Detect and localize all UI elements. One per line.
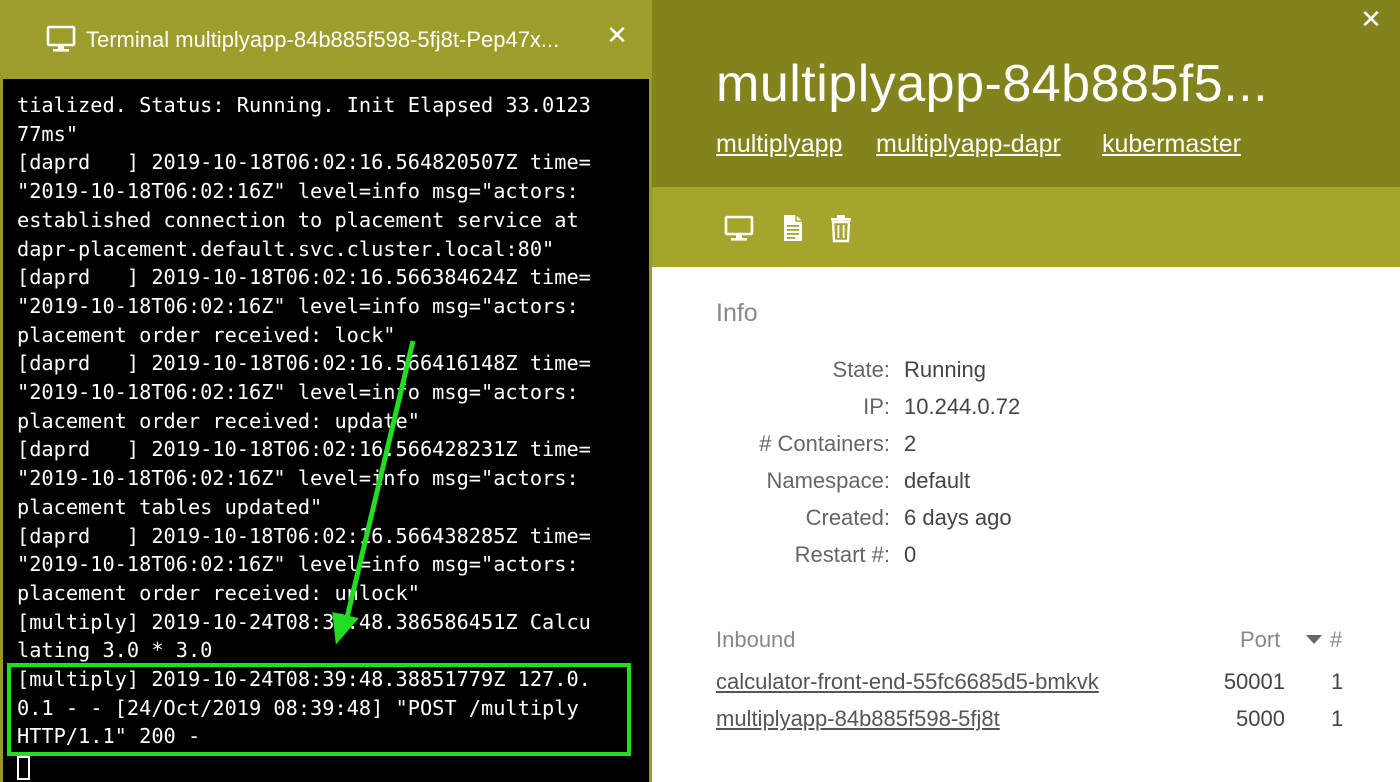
terminal-line: placement order received: lock" [17,322,396,347]
count-column-header[interactable]: # [1330,626,1342,654]
logs-document-icon[interactable] [778,213,808,243]
link-multiplyapp-dapr[interactable]: multiplyapp-dapr [876,129,1061,159]
pod-title: multiplyapp-84b885f5... [716,55,1269,113]
inbound-port: 5000 [1236,706,1285,731]
info-heading: Info [716,299,758,327]
inbound-port: 50001 [1223,669,1285,694]
namespace-label: Namespace: [766,468,890,493]
terminal-line: placement tables updated" [17,494,323,519]
terminal-line: established connection to placement serv… [17,207,579,232]
namespace-value: default [904,468,971,493]
ip-value: 10.244.0.72 [904,394,1021,419]
terminal-line: [daprd ] 2019-10-18T06:02:16.566428231Z … [17,437,591,462]
terminal-cursor [17,756,30,780]
created-value: 6 days ago [904,505,1012,530]
containers-label: # Containers: [759,431,890,456]
terminal-line: [daprd ] 2019-10-18T06:02:16.564820507Z … [17,150,591,175]
terminal-line: "2019-10-18T06:02:16Z" level=info msg="a… [17,466,579,491]
link-kubermaster[interactable]: kubermaster [1102,129,1241,159]
inbound-heading: Inbound [716,627,796,652]
terminal-line: "2019-10-18T06:02:16Z" level=info msg="a… [17,380,579,404]
sort-desc-icon[interactable] [1306,635,1322,644]
terminal-line: lating 3.0 * 3.0 [17,638,213,663]
containers-value: 2 [904,431,917,456]
ip-label: IP: [863,394,890,419]
terminal-icon[interactable] [724,213,754,243]
port-column-header[interactable]: Port [1240,626,1280,654]
terminal-line: [daprd ] 2019-10-18T06:02:16.566438285Z … [17,523,591,548]
terminal-line: [multiply] 2019-10-24T08:39:48.386586451… [17,609,591,634]
terminal-line: [daprd ] 2019-10-18T06:02:16.566384624Z … [17,265,591,290]
terminal-window: Terminal multiplyapp-84b885f598-5fj8t-Pe… [0,0,652,782]
inbound-link-multiplyapp[interactable]: multiplyapp-84b885f598-5fj8t [716,705,1000,733]
terminal-close-icon[interactable]: ✕ [604,22,630,48]
terminal-line: 77ms" [17,121,79,146]
delete-trash-icon[interactable] [826,213,856,243]
created-label: Created: [805,505,890,530]
terminal-line: "2019-10-18T06:02:16Z" level=info msg="a… [17,179,579,204]
highlight-box [7,663,631,756]
terminal-line: [daprd ] 2019-10-18T06:02:16.566416148Z … [17,351,591,376]
terminal-line: placement order received: unlock" [17,580,420,605]
restart-label: Restart #: [794,542,890,567]
monitor-icon [46,25,76,52]
restart-value: 0 [904,542,917,567]
terminal-line: tialized. Status: Running. Init Elapsed … [17,93,591,117]
terminal-line: "2019-10-18T06:02:16Z" level=info msg="a… [17,293,579,318]
terminal-titlebar[interactable]: Terminal multiplyapp-84b885f598-5fj8t-Pe… [0,0,652,79]
terminal-line: "2019-10-18T06:02:16Z" level=info msg="a… [17,552,579,577]
state-value: Running [904,357,986,382]
state-label: State: [832,357,890,382]
terminal-line: dapr-placement.default.svc.cluster.local… [17,236,555,261]
detail-close-icon[interactable]: ✕ [1356,4,1386,34]
inbound-count: 1 [1331,669,1344,694]
detail-toolbar [652,187,1400,267]
inbound-link-calculator[interactable]: calculator-front-end-55fc6685d5-bmkvk [716,668,1099,696]
terminal-title: Terminal multiplyapp-84b885f598-5fj8t-Pe… [86,27,560,52]
inbound-count: 1 [1331,706,1344,731]
link-multiplyapp[interactable]: multiplyapp [716,129,842,159]
terminal-line: placement order received: update" [17,408,420,433]
